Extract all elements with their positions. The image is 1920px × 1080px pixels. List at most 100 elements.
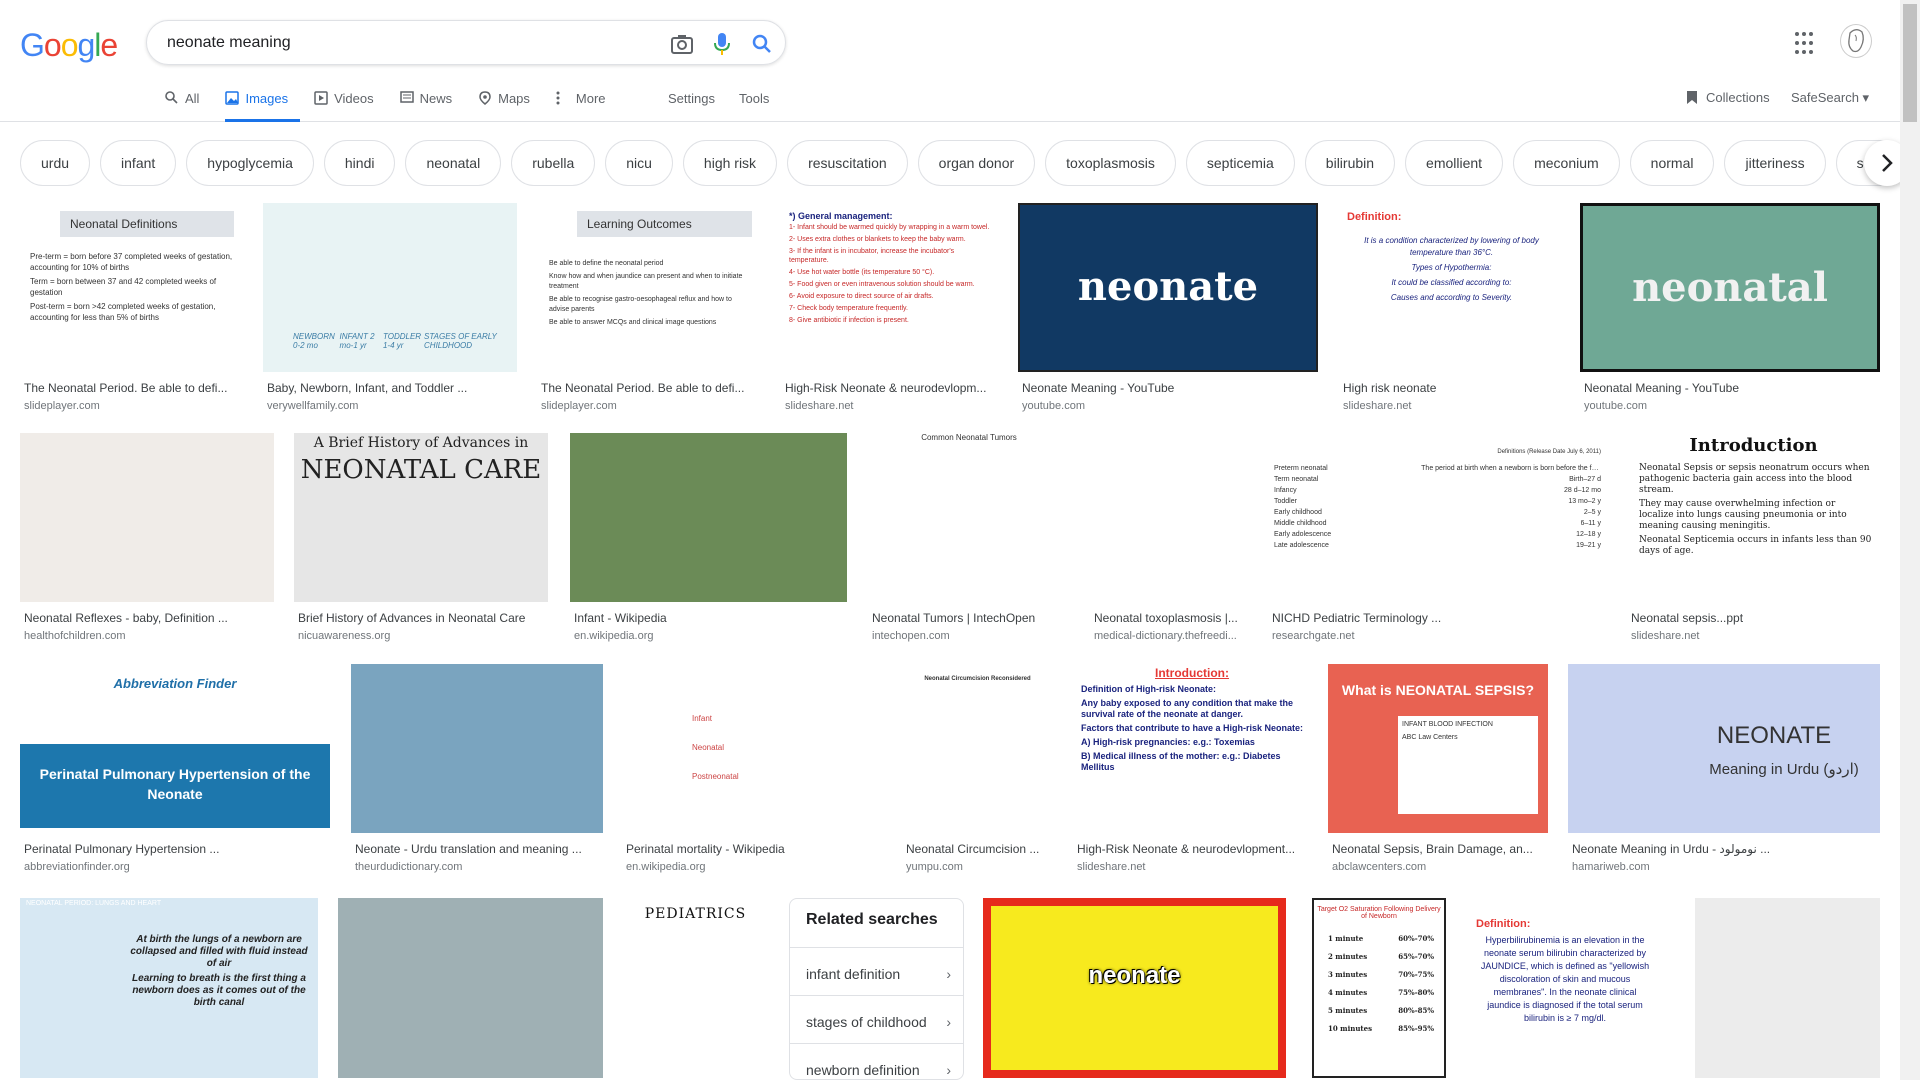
- image-result[interactable]: Target O2 Saturation Following Delivery …: [1312, 898, 1446, 1078]
- image-result[interactable]: Neonatal toxoplasmosis |... medical-dicti…: [1090, 433, 1248, 648]
- result-title[interactable]: Neonatal Circumcision ...: [906, 842, 1049, 856]
- chip-hindi[interactable]: hindi: [323, 140, 396, 186]
- google-logo[interactable]: Google: [20, 27, 118, 64]
- result-title[interactable]: Perinatal Pulmonary Hypertension ...: [24, 842, 326, 856]
- image-thumbnail[interactable]: Learning Outcomes Be able to define the n…: [537, 203, 760, 372]
- scrollbar-thumb[interactable]: [1903, 4, 1917, 122]
- chip-emollient[interactable]: emollient: [1405, 140, 1504, 186]
- image-result[interactable]: Introduction Neonatal Sepsis or sepsis ne…: [1627, 433, 1880, 648]
- image-thumbnail[interactable]: Definition: It is a condition characteriz…: [1339, 203, 1562, 372]
- image-result[interactable]: PEDIATRICS: [623, 898, 768, 1078]
- image-result[interactable]: A Brief History of Advances in NEONATAL C…: [294, 433, 548, 648]
- related-search-item[interactable]: stages of childhood ›: [790, 995, 963, 1043]
- chip-bilirubin[interactable]: bilirubin: [1304, 140, 1396, 186]
- microphone-icon[interactable]: [709, 31, 735, 57]
- avatar[interactable]: [1840, 24, 1872, 58]
- image-thumbnail[interactable]: A Brief History of Advances in NEONATAL C…: [294, 433, 548, 602]
- related-search-item[interactable]: newborn definition ›: [790, 1043, 963, 1080]
- image-thumbnail[interactable]: Common Neonatal Tumors: [868, 433, 1070, 602]
- chip-hypoglycemia[interactable]: hypoglycemia: [186, 140, 314, 186]
- image-thumbnail[interactable]: neonate: [983, 898, 1286, 1078]
- image-thumbnail[interactable]: Neonatal Circumcision Reconsidered: [902, 664, 1053, 833]
- image-result[interactable]: Neonate - Urdu translation and meaning .…: [351, 664, 603, 879]
- result-title[interactable]: High risk neonate: [1343, 381, 1558, 395]
- image-thumbnail[interactable]: [1695, 898, 1880, 1078]
- result-title[interactable]: The Neonatal Period. Be able to defi...: [541, 381, 756, 395]
- chip-nicu[interactable]: nicu: [605, 140, 673, 186]
- chip-toxoplasmosis[interactable]: toxoplasmosis: [1045, 140, 1176, 186]
- image-result[interactable]: Common Neonatal Tumors Neonatal Tumors | …: [868, 433, 1070, 648]
- image-result[interactable]: Infant - Wikipedia en.wikipedia.org: [570, 433, 847, 648]
- result-title[interactable]: Neonatal Meaning - YouTube: [1584, 381, 1876, 395]
- image-thumbnail[interactable]: neonate: [1018, 203, 1318, 372]
- image-result[interactable]: Learning Outcomes Be able to define the n…: [537, 203, 760, 418]
- result-title[interactable]: Perinatal mortality - Wikipedia: [626, 842, 877, 856]
- image-result[interactable]: Definitions (Release Date July 6, 2011) P…: [1268, 433, 1607, 648]
- image-result[interactable]: [338, 898, 603, 1078]
- result-title[interactable]: High-Risk Neonate & neurodevlopm...: [785, 381, 995, 395]
- tab-maps[interactable]: Maps: [478, 88, 542, 122]
- image-result[interactable]: What is NEONATAL SEPSIS? INFANT BLOOD INF…: [1328, 664, 1548, 879]
- image-thumbnail[interactable]: [338, 898, 603, 1078]
- chip-organ-donor[interactable]: organ donor: [917, 140, 1036, 186]
- result-title[interactable]: Neonatal sepsis...ppt: [1631, 611, 1876, 625]
- image-thumbnail[interactable]: [20, 433, 274, 602]
- result-title[interactable]: Neonate Meaning in Urdu - نومولود ...: [1572, 842, 1876, 856]
- chip-urdu[interactable]: urdu: [20, 140, 91, 186]
- chip-neonatal[interactable]: neonatal: [405, 140, 502, 186]
- image-thumbnail[interactable]: Introduction: Definition of High-risk Neo…: [1073, 664, 1311, 833]
- image-result[interactable]: NEONATE Meaning in Urdu (اردو) Neonate Mea…: [1568, 664, 1880, 879]
- tab-news[interactable]: News: [399, 88, 465, 122]
- result-title[interactable]: Baby, Newborn, Infant, and Toddler ...: [267, 381, 513, 395]
- image-thumbnail[interactable]: [351, 664, 603, 833]
- image-thumbnail[interactable]: Target O2 Saturation Following Delivery …: [1312, 898, 1446, 1078]
- image-thumbnail[interactable]: Abbreviation Finder PPHN Perinatal Pulmona…: [20, 664, 330, 833]
- tab-videos[interactable]: Videos: [314, 88, 386, 122]
- result-title[interactable]: Brief History of Advances in Neonatal Ca…: [298, 611, 544, 625]
- result-title[interactable]: Neonatal Reflexes - baby, Definition ...: [24, 611, 270, 625]
- image-result[interactable]: Introduction: Definition of High-risk Neo…: [1073, 664, 1311, 879]
- image-thumbnail[interactable]: NEONATAL PERIOD: LUNGS AND HEART At birth…: [20, 898, 318, 1078]
- image-result[interactable]: Neonatal Circumcision Reconsidered Neonat…: [902, 664, 1053, 879]
- image-result[interactable]: Abbreviation Finder PPHN Perinatal Pulmona…: [20, 664, 330, 879]
- result-title[interactable]: Neonatal Sepsis, Brain Damage, an...: [1332, 842, 1544, 856]
- image-thumbnail[interactable]: What is NEONATAL SEPSIS? INFANT BLOOD INF…: [1328, 664, 1548, 833]
- image-thumbnail[interactable]: *) General management: 1- Infant should b…: [781, 203, 999, 372]
- page-scrollbar[interactable]: [1900, 0, 1920, 1080]
- image-thumbnail[interactable]: NEWBORN 0-2 mo INFANT 2 mo-1 yr TODDLER 1-…: [263, 203, 517, 372]
- result-title[interactable]: The Neonatal Period. Be able to defi...: [24, 381, 238, 395]
- search-input[interactable]: [167, 21, 617, 64]
- image-result[interactable]: neonate: [983, 898, 1286, 1078]
- chip-infant[interactable]: infant: [100, 140, 177, 186]
- chip-resuscitation[interactable]: resuscitation: [787, 140, 908, 186]
- search-box[interactable]: [146, 20, 786, 65]
- result-title[interactable]: High-Risk Neonate & neurodevlopment...: [1077, 842, 1307, 856]
- result-title[interactable]: Neonate Meaning - YouTube: [1022, 381, 1314, 395]
- chip-rubella[interactable]: rubella: [511, 140, 596, 186]
- image-result[interactable]: neonatal Neonatal Meaning - YouTube youtub…: [1580, 203, 1880, 418]
- camera-icon[interactable]: [669, 31, 695, 57]
- tab-more[interactable]: More: [556, 88, 618, 122]
- image-result[interactable]: *) General management: 1- Infant should b…: [781, 203, 999, 418]
- safesearch-dropdown[interactable]: SafeSearch ▾: [1791, 90, 1869, 106]
- result-title[interactable]: Neonatal Tumors | IntechOpen: [872, 611, 1066, 625]
- image-thumbnail[interactable]: neonatal: [1580, 203, 1880, 372]
- related-search-item[interactable]: infant definition ›: [790, 947, 963, 995]
- image-result[interactable]: Definition: It is a condition characteriz…: [1339, 203, 1562, 418]
- search-icon[interactable]: [749, 31, 775, 57]
- chip-normal[interactable]: normal: [1629, 140, 1715, 186]
- image-result[interactable]: Infant Neonatal Postneonatal Perinatal mort…: [622, 664, 881, 879]
- chip-septicemia[interactable]: septicemia: [1185, 140, 1295, 186]
- image-thumbnail[interactable]: Definition: Hyperbilirubinemia is an elev…: [1470, 898, 1660, 1078]
- image-result[interactable]: Neonatal Reflexes - baby, Definition ...…: [20, 433, 274, 648]
- chip-jitteriness[interactable]: jitteriness: [1724, 140, 1826, 186]
- image-thumbnail[interactable]: [570, 433, 847, 602]
- image-thumbnail[interactable]: NEONATE Meaning in Urdu (اردو): [1568, 664, 1880, 833]
- image-thumbnail[interactable]: Introduction Neonatal Sepsis or sepsis ne…: [1627, 433, 1880, 602]
- tab-all[interactable]: All: [165, 88, 211, 122]
- image-thumbnail[interactable]: Definitions (Release Date July 6, 2011) P…: [1268, 433, 1607, 602]
- result-title[interactable]: Neonatal toxoplasmosis |...: [1094, 611, 1244, 625]
- image-result[interactable]: neonate Neonate Meaning - YouTube youtube.…: [1018, 203, 1318, 418]
- result-title[interactable]: NICHD Pediatric Terminology ...: [1272, 611, 1603, 625]
- image-result[interactable]: Neonatal Definitions Pre-term = born befo…: [20, 203, 242, 418]
